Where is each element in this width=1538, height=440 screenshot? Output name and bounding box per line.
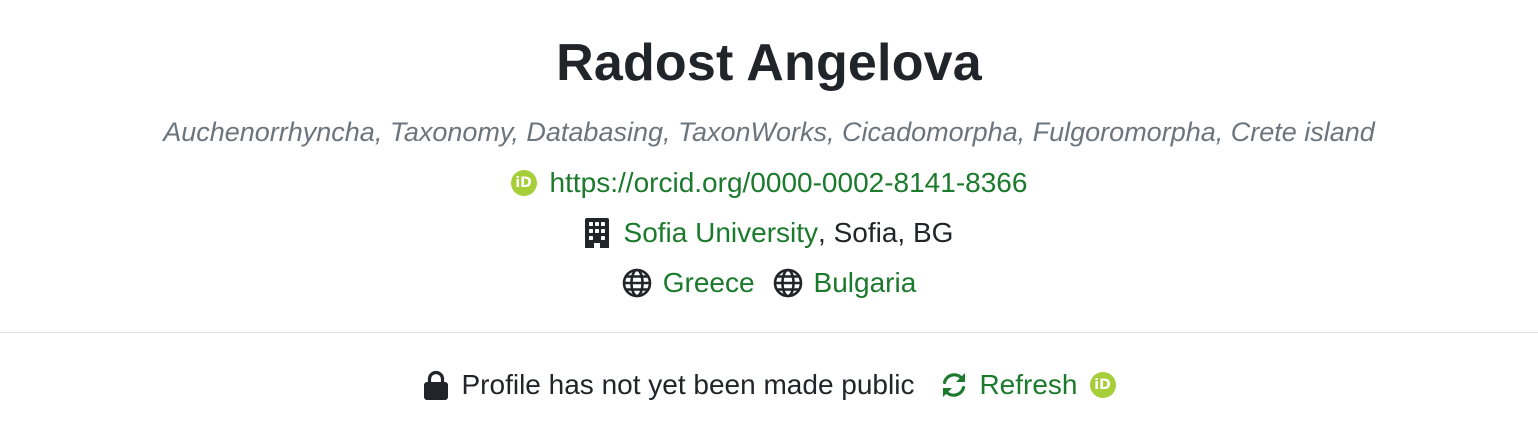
- countries-row: Greece Bulgaria: [0, 265, 1538, 301]
- institution-link[interactable]: Sofia University: [624, 215, 819, 251]
- profile-page: Radost Angelova Auchenorrhyncha, Taxonom…: [0, 0, 1538, 440]
- country-link-greece[interactable]: Greece: [663, 265, 755, 301]
- country-link-bulgaria[interactable]: Bulgaria: [814, 265, 917, 301]
- orcid-row: iD https://orcid.org/0000-0002-8141-8366: [0, 165, 1538, 201]
- globe-icon: [622, 268, 652, 298]
- globe-icon: [773, 268, 802, 298]
- building-icon: [584, 218, 609, 248]
- profile-status-message: Profile has not yet been made public: [461, 369, 915, 400]
- institution-location: , Sofia, BG: [818, 217, 954, 248]
- profile-name: Radost Angelova: [556, 34, 982, 92]
- profile-status-bar: Profile has not yet been made public Ref…: [0, 367, 1538, 403]
- refresh-link[interactable]: Refresh: [979, 367, 1077, 403]
- orcid-link[interactable]: https://orcid.org/0000-0002-8141-8366: [550, 165, 1028, 201]
- refresh-icon[interactable]: [940, 371, 968, 399]
- profile-header: Radost Angelova Auchenorrhyncha, Taxonom…: [0, 0, 1538, 332]
- orcid-icon: iD: [1089, 372, 1116, 398]
- orcid-icon: iD: [510, 170, 537, 196]
- profile-keywords: Auchenorrhyncha, Taxonomy, Databasing, T…: [163, 117, 1375, 147]
- lock-icon: [423, 370, 448, 400]
- institution-row: Sofia University , Sofia, BG: [0, 215, 1538, 251]
- section-divider: [0, 332, 1538, 333]
